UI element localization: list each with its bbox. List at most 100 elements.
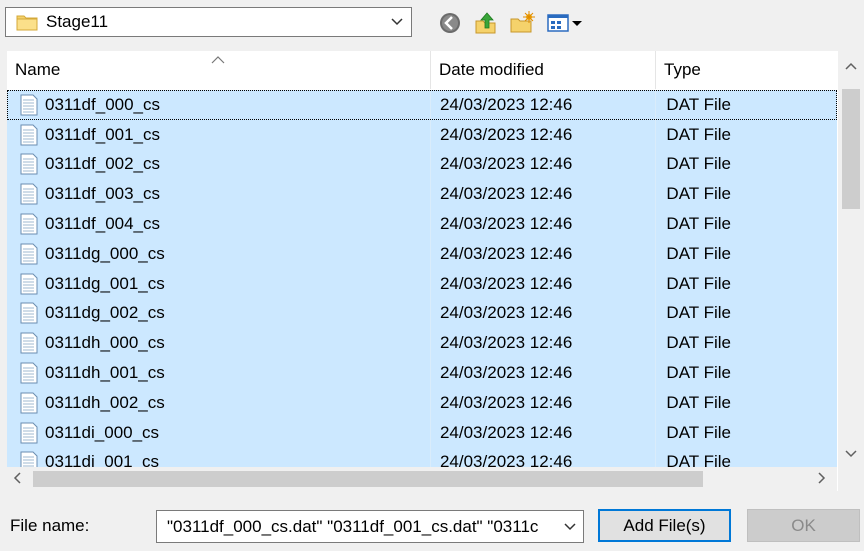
column-date-label: Date modified	[439, 60, 544, 79]
new-folder-icon[interactable]	[508, 9, 536, 37]
file-name-cell: 0311df_004_cs	[7, 213, 430, 235]
date-modified-cell: 24/03/2023 12:46	[439, 124, 573, 144]
table-row[interactable]: 0311df_000_cs 24/03/2023 12:46 DAT File	[7, 90, 837, 120]
file-icon	[19, 422, 39, 444]
table-row[interactable]: 0311dg_000_cs 24/03/2023 12:46 DAT File	[7, 238, 837, 269]
table-row[interactable]: 0311df_001_cs 24/03/2023 12:46 DAT File	[7, 119, 837, 150]
horizontal-scroll-thumb[interactable]	[33, 471, 703, 487]
file-icon	[19, 273, 39, 295]
folder-icon	[16, 13, 38, 31]
file-icon	[19, 332, 39, 354]
column-header-name[interactable]: Name	[7, 51, 431, 89]
file-name-text: 0311dg_001_cs	[45, 273, 165, 293]
file-list[interactable]: Name Date modified Type 0311df_000_cs 24/…	[7, 51, 864, 491]
file-name-text: 0311dg_000_cs	[45, 243, 165, 263]
file-icon	[19, 124, 39, 146]
date-modified-cell: 24/03/2023 12:46	[439, 303, 573, 323]
date-modified-cell: 24/03/2023 12:46	[439, 184, 573, 204]
file-type-cell: DAT File	[666, 363, 731, 383]
date-modified-cell: 24/03/2023 12:46	[439, 154, 573, 174]
vertical-scrollbar[interactable]	[838, 51, 864, 491]
date-modified-cell: 24/03/2023 12:46	[439, 333, 573, 353]
file-icon	[19, 392, 39, 414]
table-row[interactable]: 0311dh_002_cs 24/03/2023 12:46 DAT File	[7, 387, 837, 418]
file-type-cell: DAT File	[666, 422, 731, 442]
file-name-cell: 0311df_002_cs	[7, 153, 430, 175]
table-row[interactable]: 0311dg_001_cs 24/03/2023 12:46 DAT File	[7, 268, 837, 299]
file-icon	[19, 183, 39, 205]
table-row[interactable]: 0311df_004_cs 24/03/2023 12:46 DAT File	[7, 209, 837, 239]
back-icon[interactable]	[436, 9, 464, 37]
ok-button[interactable]: OK	[747, 509, 860, 542]
file-type-cell: DAT File	[666, 124, 731, 144]
file-icon	[19, 243, 39, 265]
file-name-text: 0311dh_002_cs	[45, 392, 165, 412]
file-name-combo[interactable]: "0311df_000_cs.dat" "0311df_001_cs.dat" …	[156, 510, 584, 543]
column-header-date[interactable]: Date modified	[431, 51, 656, 89]
view-menu-icon[interactable]	[545, 9, 585, 37]
file-type-cell: DAT File	[666, 333, 731, 353]
look-in-combo[interactable]: Stage11	[5, 7, 412, 37]
date-modified-cell: 24/03/2023 12:46	[439, 392, 573, 412]
column-header-row: Name Date modified Type	[7, 51, 837, 89]
file-name-cell: 0311df_003_cs	[7, 183, 430, 205]
file-type-cell: DAT File	[666, 154, 731, 174]
file-name-cell: 0311dh_001_cs	[7, 362, 430, 384]
column-header-type[interactable]: Type	[656, 51, 837, 89]
up-folder-icon[interactable]	[472, 9, 500, 37]
vertical-scroll-thumb[interactable]	[842, 89, 860, 209]
sort-ascending-icon	[211, 51, 225, 69]
scroll-left-icon[interactable]	[13, 471, 21, 487]
file-type-cell: DAT File	[666, 303, 731, 323]
file-name-cell: 0311df_001_cs	[7, 124, 430, 146]
table-row[interactable]: 0311di_000_cs 24/03/2023 12:46 DAT File	[7, 417, 837, 448]
file-type-cell: DAT File	[666, 184, 731, 204]
file-name-text: 0311dh_001_cs	[45, 363, 165, 383]
date-modified-cell: 24/03/2023 12:46	[439, 214, 573, 234]
scroll-right-icon[interactable]	[818, 471, 826, 487]
file-name-text: 0311df_001_cs	[45, 124, 161, 144]
file-type-cell: DAT File	[666, 273, 731, 293]
file-name-label: File name:	[10, 516, 90, 535]
file-name-cell: 0311di_000_cs	[7, 422, 430, 444]
horizontal-scrollbar[interactable]	[7, 467, 837, 491]
column-name-label: Name	[15, 60, 61, 79]
file-icon	[19, 153, 39, 175]
file-name-cell: 0311dh_002_cs	[7, 392, 430, 414]
file-name-cell: 0311dg_001_cs	[7, 273, 430, 295]
chevron-down-icon[interactable]	[383, 8, 411, 36]
table-row[interactable]: 0311dh_001_cs 24/03/2023 12:46 DAT File	[7, 358, 837, 388]
file-name-text: 0311df_000_cs	[45, 94, 161, 114]
file-name-text: 0311dh_000_cs	[45, 333, 165, 353]
file-type-cell: DAT File	[666, 214, 731, 234]
file-name-cell: 0311dg_000_cs	[7, 243, 430, 265]
date-modified-cell: 24/03/2023 12:46	[439, 273, 573, 293]
table-row[interactable]: 0311dg_002_cs 24/03/2023 12:46 DAT File	[7, 298, 837, 329]
file-name-cell: 0311dg_002_cs	[7, 302, 430, 324]
file-name-text: 0311di_000_cs	[45, 422, 160, 442]
column-type-label: Type	[664, 60, 701, 79]
file-name-input[interactable]: "0311df_000_cs.dat" "0311df_001_cs.dat" …	[157, 517, 557, 537]
file-name-text: 0311df_004_cs	[45, 214, 161, 234]
table-row[interactable]: 0311df_003_cs 24/03/2023 12:46 DAT File	[7, 179, 837, 210]
file-rows: 0311df_000_cs 24/03/2023 12:46 DAT File 031…	[7, 90, 837, 478]
date-modified-cell: 24/03/2023 12:46	[439, 243, 573, 263]
file-type-cell: DAT File	[666, 243, 731, 263]
table-row[interactable]: 0311df_002_cs 24/03/2023 12:46 DAT File	[7, 149, 837, 180]
date-modified-cell: 24/03/2023 12:46	[439, 94, 573, 114]
file-icon	[19, 94, 39, 116]
add-files-button[interactable]: Add File(s)	[598, 509, 731, 542]
scroll-up-icon[interactable]	[845, 57, 857, 73]
file-name-cell: 0311df_000_cs	[7, 94, 430, 116]
date-modified-cell: 24/03/2023 12:46	[439, 422, 573, 442]
file-name-text: 0311df_002_cs	[45, 154, 161, 174]
file-name-text: 0311dg_002_cs	[45, 303, 165, 323]
scroll-down-icon[interactable]	[845, 445, 857, 461]
date-modified-cell: 24/03/2023 12:46	[439, 363, 573, 383]
look-in-value: Stage11	[46, 12, 109, 31]
table-row[interactable]: 0311dh_000_cs 24/03/2023 12:46 DAT File	[7, 328, 837, 359]
file-name-cell: 0311dh_000_cs	[7, 332, 430, 354]
chevron-down-icon[interactable]	[557, 522, 583, 531]
file-icon	[19, 302, 39, 324]
file-type-cell: DAT File	[666, 392, 731, 412]
